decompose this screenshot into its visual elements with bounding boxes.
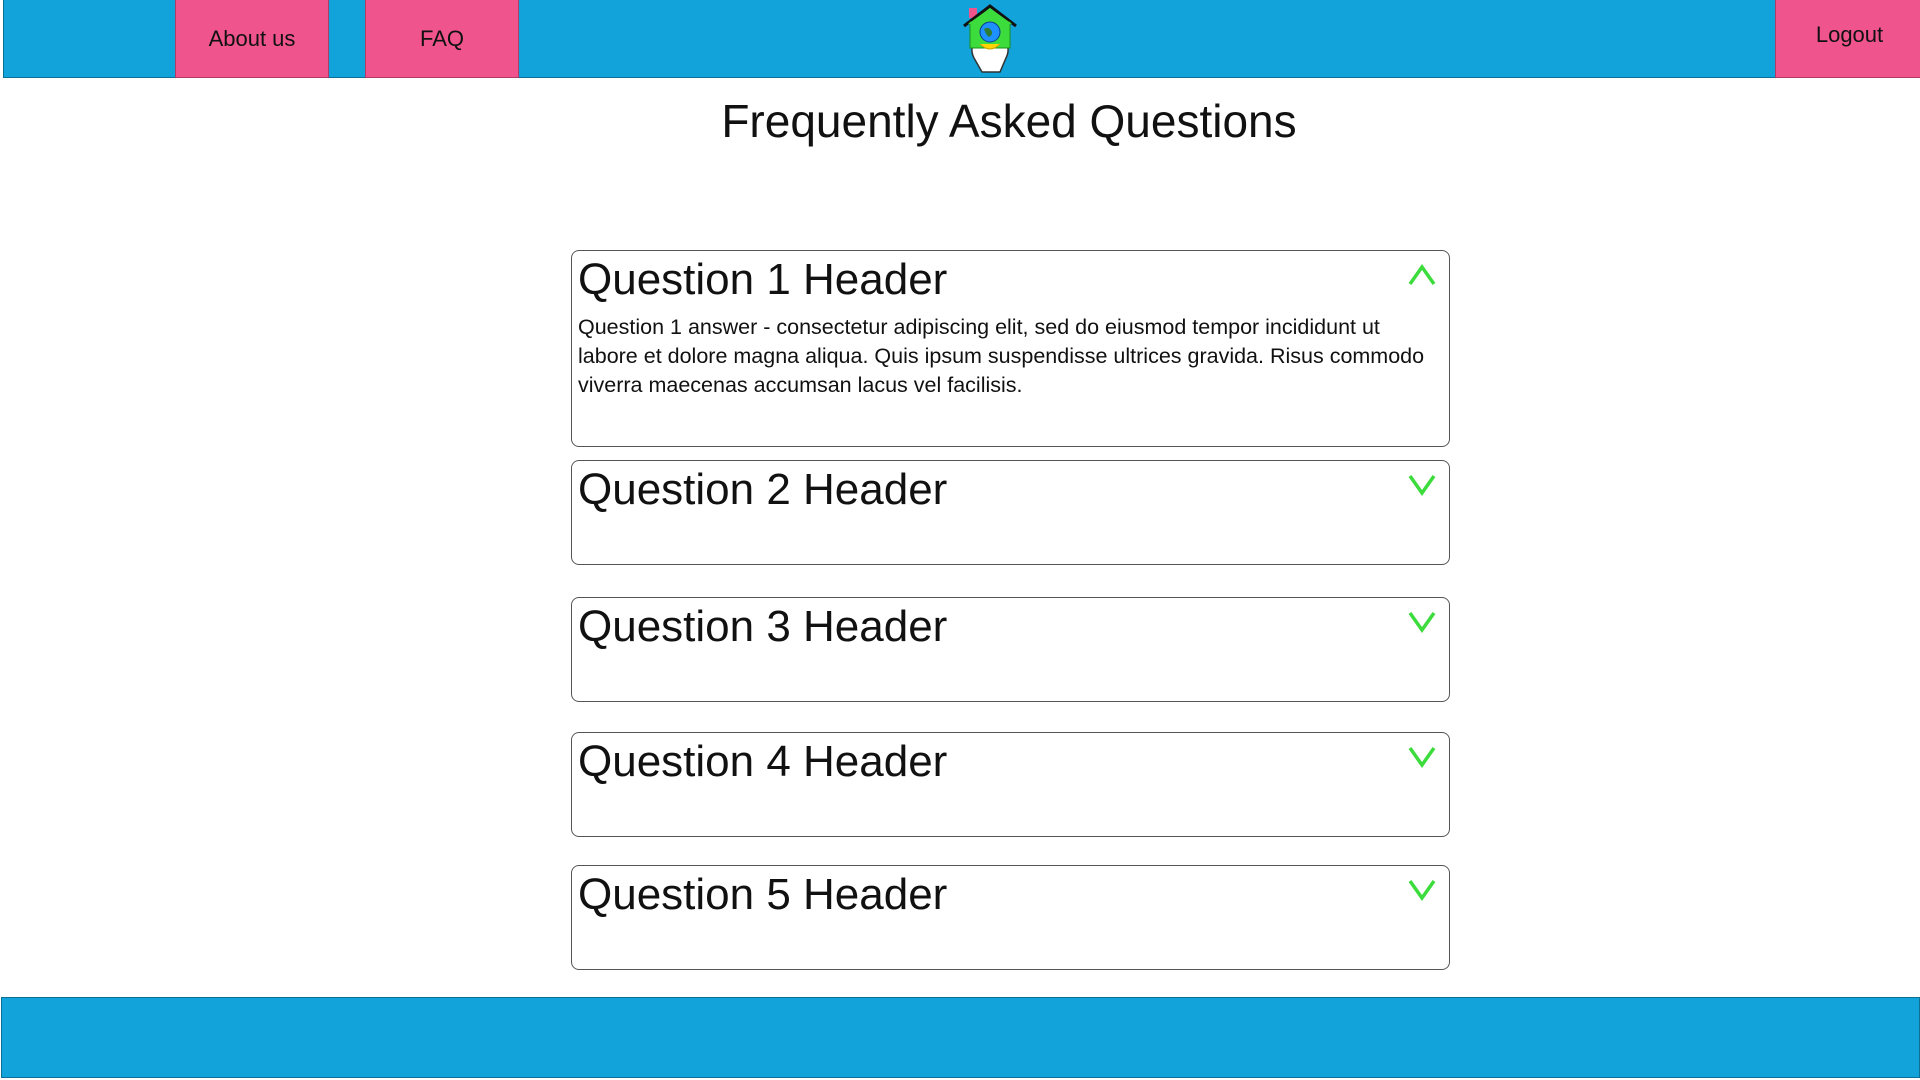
faq-question-header[interactable]: Question 4 Header [578, 737, 947, 787]
chevron-down-icon[interactable] [1407, 610, 1437, 634]
faq-question-header[interactable]: Question 5 Header [578, 870, 947, 920]
page-title: Frequently Asked Questions [721, 95, 1297, 147]
chevron-down-icon[interactable] [1407, 878, 1437, 902]
top-navigation-bar: About us FAQ Logout [3, 0, 1920, 78]
faq-button[interactable]: FAQ [365, 0, 519, 78]
faq-item-2[interactable]: Question 2 Header [571, 460, 1450, 565]
faq-question-header[interactable]: Question 1 Header [578, 255, 947, 305]
chevron-down-icon[interactable] [1407, 473, 1437, 497]
faq-item-3[interactable]: Question 3 Header [571, 597, 1450, 702]
faq-item-1[interactable]: Question 1 Header Question 1 answer - co… [571, 250, 1450, 447]
logo-icon [963, 4, 1017, 73]
about-us-button[interactable]: About us [175, 0, 329, 78]
faq-question-header[interactable]: Question 2 Header [578, 465, 947, 515]
faq-answer-text: Question 1 answer - consectetur adipisci… [578, 315, 1425, 397]
chevron-down-icon[interactable] [1407, 745, 1437, 769]
about-us-label: About us [208, 25, 296, 51]
faq-question-header[interactable]: Question 3 Header [578, 602, 947, 652]
faq-item-4[interactable]: Question 4 Header [571, 732, 1450, 837]
logout-label: Logout [1815, 22, 1884, 47]
footer-bar [1, 997, 1920, 1078]
house-globe-hand-logo[interactable] [960, 2, 1020, 76]
logout-button[interactable]: Logout [1775, 0, 1920, 78]
faq-label: FAQ [419, 25, 464, 51]
faq-item-5[interactable]: Question 5 Header [571, 865, 1450, 970]
chevron-up-icon[interactable] [1407, 263, 1437, 287]
